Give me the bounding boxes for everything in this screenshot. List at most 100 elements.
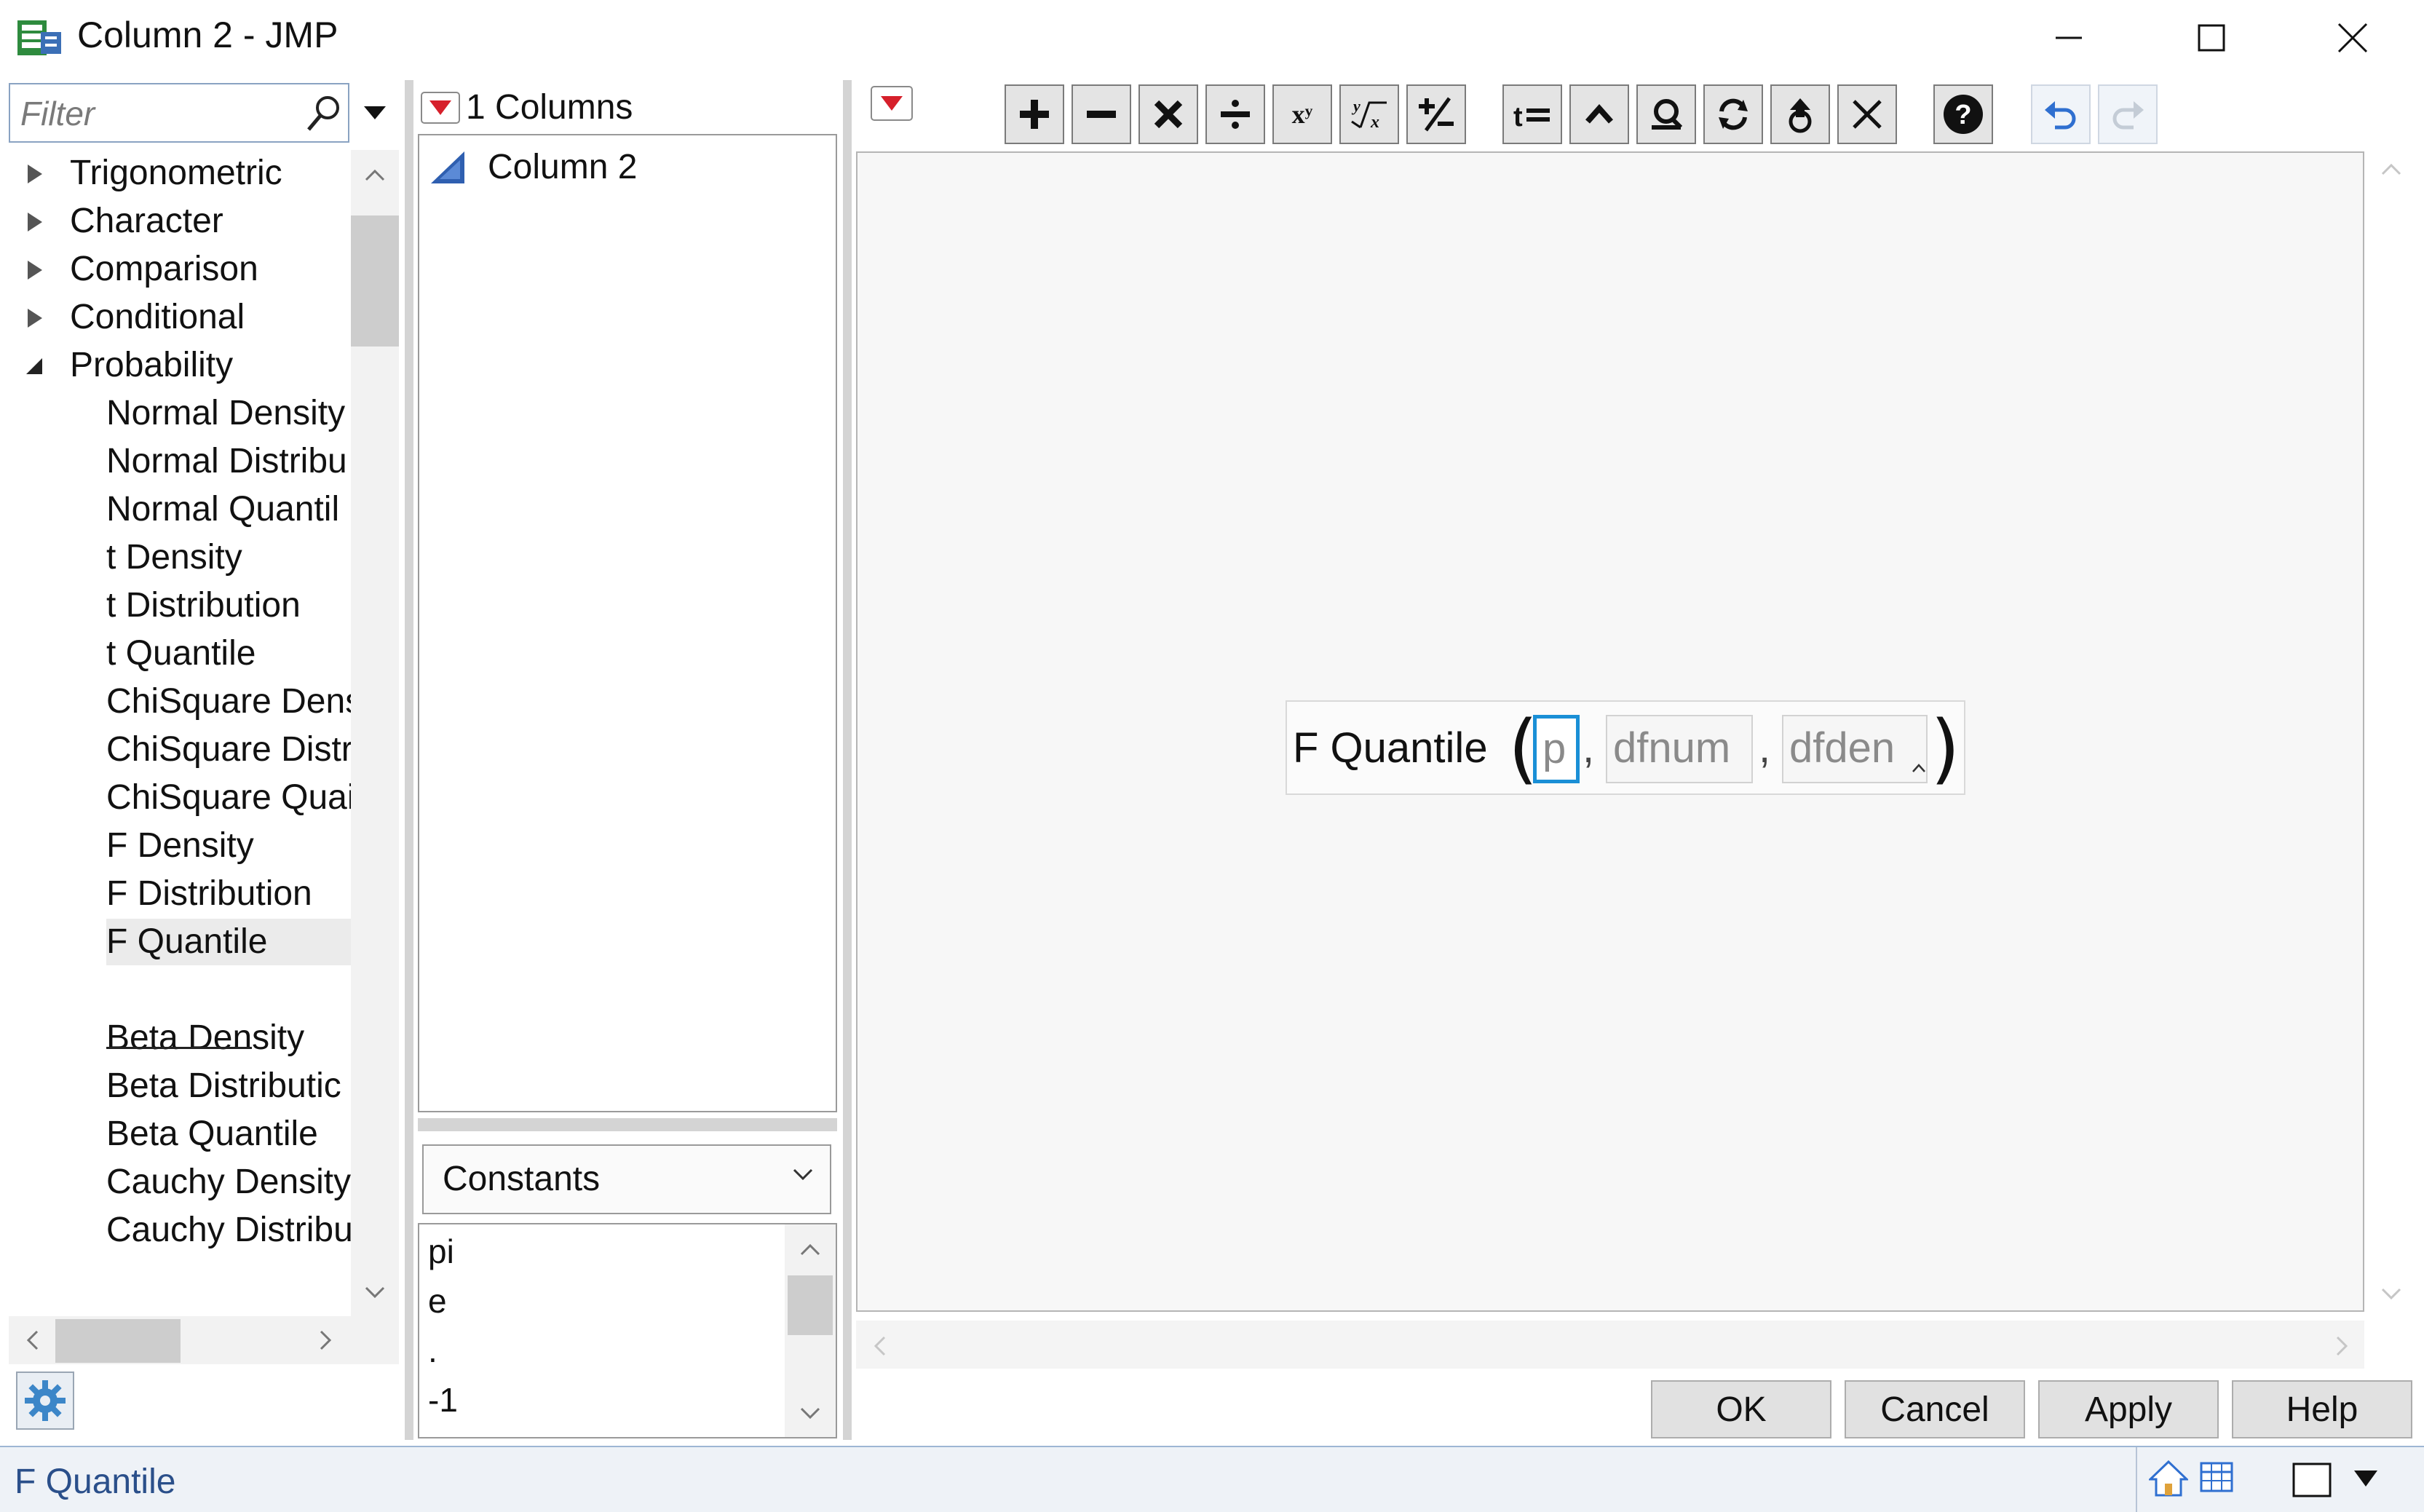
function-item[interactable]: ChiSquare Distr: [106, 727, 351, 773]
add-button[interactable]: [1005, 84, 1064, 144]
function-item[interactable]: t Quantile: [106, 630, 351, 677]
multiply-button[interactable]: [1138, 84, 1198, 144]
constant-item[interactable]: -1: [428, 1376, 458, 1424]
left-splitter[interactable]: [405, 80, 413, 1440]
function-item[interactable]: t Distribution: [106, 582, 351, 629]
apply-button[interactable]: Apply: [2038, 1380, 2219, 1438]
columns-constants-splitter[interactable]: [418, 1118, 837, 1131]
search-icon[interactable]: [304, 93, 342, 134]
caret-up-button[interactable]: [1569, 84, 1629, 144]
divide-button[interactable]: [1205, 84, 1265, 144]
function-category-comparison[interactable]: Comparison: [9, 246, 351, 293]
close-button[interactable]: [2281, 0, 2424, 76]
constants-select[interactable]: Constants: [422, 1144, 831, 1214]
formula-arg-p[interactable]: p: [1533, 715, 1580, 783]
collapsed-triangle-icon[interactable]: [23, 259, 45, 281]
window-list-icon[interactable]: [2292, 1462, 2332, 1498]
collapsed-triangle-icon[interactable]: [23, 211, 45, 233]
svg-text:t: t: [1513, 102, 1523, 132]
settings-button[interactable]: [16, 1372, 74, 1430]
function-item[interactable]: Cauchy Density: [106, 1159, 351, 1206]
caret-down-icon: [364, 106, 386, 119]
maximize-icon: [2198, 24, 2225, 52]
continuous-column-icon: [431, 151, 464, 183]
columns-menu-button[interactable]: [421, 92, 460, 124]
subtract-button[interactable]: [1072, 84, 1131, 144]
filter-input[interactable]: [20, 92, 297, 135]
peel-button[interactable]: [1636, 84, 1696, 144]
middle-splitter[interactable]: [843, 80, 852, 1440]
data-table-icon[interactable]: [2198, 1459, 2238, 1498]
constant-item[interactable]: .: [428, 1326, 437, 1374]
negate-button[interactable]: [1406, 84, 1466, 144]
power-button[interactable]: xʸ: [1272, 84, 1332, 144]
scroll-right-icon: [320, 1330, 332, 1350]
formula-canvas-hscrollbar[interactable]: [856, 1321, 2364, 1369]
status-bar: F Quantile: [0, 1446, 2424, 1512]
scroll-down-icon: [2381, 1288, 2401, 1300]
function-category-character[interactable]: Character: [9, 198, 351, 245]
formula-canvas-vscrollbar[interactable]: [2367, 151, 2415, 1312]
function-item[interactable]: F Density: [106, 823, 351, 869]
svg-text:?: ?: [1954, 100, 1971, 130]
formula-editor-menu-button[interactable]: [871, 86, 913, 121]
collapsed-triangle-icon[interactable]: [23, 307, 45, 329]
function-category-label: Comparison: [70, 250, 258, 288]
formula-arg-dfnum[interactable]: dfnum: [1606, 715, 1753, 783]
caret-down-icon[interactable]: [2353, 1469, 2379, 1488]
function-list-hscroll-thumb[interactable]: [55, 1319, 181, 1363]
cancel-button[interactable]: Cancel: [1845, 1380, 2025, 1438]
assign-button[interactable]: t: [1502, 84, 1562, 144]
function-item[interactable]: F Distribution: [106, 871, 351, 917]
formula-arg-dfden[interactable]: dfden: [1782, 715, 1928, 783]
function-item[interactable]: Beta Density: [106, 1015, 351, 1061]
function-category-trigonometric[interactable]: Trigonometric: [9, 150, 351, 197]
caret-up-icon: [1585, 103, 1613, 124]
function-item[interactable]: Normal Quantil: [106, 486, 351, 533]
divide-icon: [1221, 100, 1250, 129]
function-item[interactable]: Normal Distribu: [106, 438, 351, 485]
collapsed-triangle-icon[interactable]: [23, 163, 45, 185]
maximize-button[interactable]: [2140, 0, 2283, 76]
delete-button[interactable]: [1837, 84, 1897, 144]
gear-icon: [25, 1380, 66, 1421]
minimize-button[interactable]: [1997, 0, 2140, 76]
function-list: Trigonometric Character Comparison Conditio…: [9, 150, 351, 1316]
root-button[interactable]: y x: [1339, 84, 1399, 144]
function-category-conditional[interactable]: Conditional: [9, 294, 351, 341]
unthread-button[interactable]: [1770, 84, 1830, 144]
redo-icon: [2112, 101, 2144, 130]
formula-expression[interactable]: F Quantile ( p , dfnum , dfden ): [1286, 700, 1965, 795]
minimize-icon: [2056, 36, 2082, 39]
help-dialog-button[interactable]: Help: [2232, 1380, 2412, 1438]
undo-button[interactable]: [2031, 84, 2091, 144]
function-item[interactable]: ChiSquare Dens: [106, 678, 351, 725]
function-item[interactable]: Beta Quantile: [106, 1111, 351, 1157]
ok-button[interactable]: OK: [1651, 1380, 1831, 1438]
red-triangle-menu-icon: [421, 92, 460, 124]
function-item[interactable]: t Density: [106, 534, 351, 581]
function-item[interactable]: Beta Distributic: [106, 1063, 351, 1109]
expanded-triangle-icon[interactable]: [23, 355, 45, 377]
help-button[interactable]: ?: [1933, 84, 1993, 144]
constants-vscroll-thumb[interactable]: [788, 1275, 833, 1335]
home-icon[interactable]: [2149, 1459, 2188, 1498]
function-separator: [106, 1047, 252, 1049]
constant-item[interactable]: pi: [428, 1227, 454, 1275]
function-item[interactable]: Normal Density: [106, 390, 351, 437]
function-category-probability[interactable]: Probability: [9, 342, 351, 389]
function-list-vscroll-thumb[interactable]: [351, 215, 399, 347]
svg-text:x: x: [1370, 113, 1379, 132]
constants-select-label: Constants: [443, 1160, 601, 1198]
function-item[interactable]: F Quantile: [106, 919, 351, 965]
negate-icon: [1419, 97, 1454, 132]
function-item[interactable]: ChiSquare Quai: [106, 775, 351, 821]
formula-function-name[interactable]: F Quantile: [1293, 722, 1488, 775]
insertion-caret-icon: [1912, 764, 1925, 772]
constant-item[interactable]: e: [428, 1277, 447, 1325]
swap-button[interactable]: [1703, 84, 1763, 144]
function-item[interactable]: Cauchy Distribu: [106, 1207, 351, 1254]
redo-button[interactable]: [2098, 84, 2158, 144]
column-item[interactable]: Column 2: [429, 144, 637, 191]
filter-dropdown-button[interactable]: [351, 83, 399, 143]
